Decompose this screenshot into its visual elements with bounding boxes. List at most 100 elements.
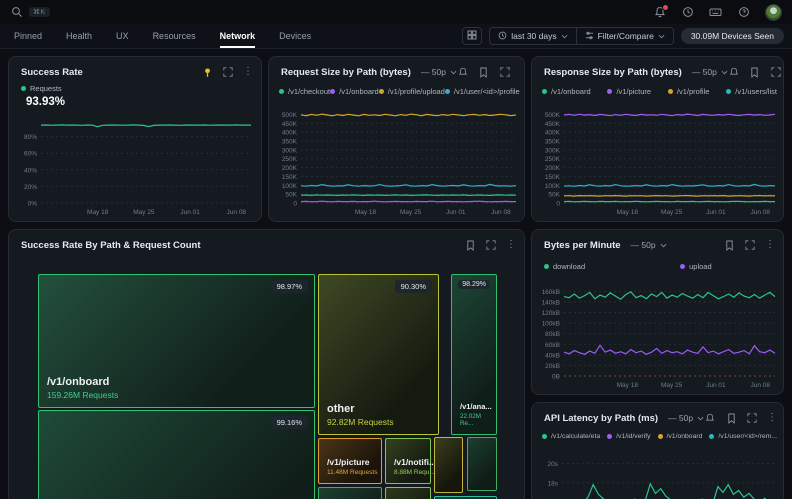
dashboard: ⌘K Pinned Health UX Resources Ne xyxy=(0,0,792,499)
legend-item[interactable]: download xyxy=(544,262,585,271)
legend-item[interactable]: /v1/onboard xyxy=(658,433,703,440)
top-bar: ⌘K xyxy=(0,0,792,24)
legend-item[interactable]: /v1/onboard xyxy=(330,87,379,96)
treemap-box[interactable] xyxy=(467,437,497,491)
kebab-menu-icon[interactable]: ⋮ xyxy=(506,240,516,250)
svg-text:450K: 450K xyxy=(282,121,298,128)
bookmark-icon[interactable] xyxy=(464,239,476,251)
alert-bell-icon[interactable] xyxy=(704,412,716,424)
time-range-selector[interactable]: last 30 days xyxy=(490,28,575,44)
filter-compare-button[interactable]: Filter/Compare xyxy=(576,28,673,44)
layout-grid-button[interactable] xyxy=(462,27,482,45)
legend-item[interactable]: /v1/onboard xyxy=(542,87,591,96)
alert-bell-icon[interactable] xyxy=(457,66,469,78)
path-name: /v1/ana... xyxy=(460,402,496,411)
search-icon[interactable] xyxy=(10,6,23,19)
tab-devices[interactable]: Devices xyxy=(279,24,311,48)
keyboard-shortcuts-icon[interactable] xyxy=(709,6,722,19)
legend-item[interactable]: /v1/id/verify xyxy=(607,433,650,440)
svg-text:May 25: May 25 xyxy=(133,209,155,216)
legend-item[interactable]: /v1/user/<id>/rem... xyxy=(709,433,777,440)
notifications-bell-icon[interactable] xyxy=(653,6,666,19)
bookmark-icon[interactable] xyxy=(478,66,490,78)
success-rate-chart[interactable]: 0%20%40%60%80%May 18May 25Jun 01Jun 08 xyxy=(15,115,257,217)
global-search[interactable]: ⌘K xyxy=(10,6,50,19)
success-rate-badge: 90.30% xyxy=(395,280,432,293)
request-size-chart[interactable]: 050K100K150K200K250K300K350K400K450K500K… xyxy=(273,105,522,217)
svg-text:200K: 200K xyxy=(545,165,561,172)
bookmark-icon[interactable] xyxy=(723,239,735,251)
svg-text:20%: 20% xyxy=(24,184,37,191)
svg-text:Jun 01: Jun 01 xyxy=(706,382,726,389)
chart-canvas: 050K100K150K200K250K300K350K400K450K500K… xyxy=(536,105,781,217)
tab-network[interactable]: Network xyxy=(220,24,256,48)
tab-ux[interactable]: UX xyxy=(116,24,129,48)
chart-legend: download upload xyxy=(544,262,712,271)
kebab-menu-icon[interactable]: ⋮ xyxy=(243,67,253,77)
treemap-label: /v1/notifi...8.88M Requ... xyxy=(394,457,436,476)
svg-text:250K: 250K xyxy=(282,156,298,163)
expand-icon[interactable] xyxy=(770,66,782,78)
treemap-box[interactable]: /v1/picture11.48M Requests xyxy=(318,438,382,484)
bytes-per-minute-chart[interactable]: 0B20kB40kB60kB80kB100kB120kB140kB160kBMa… xyxy=(536,280,781,390)
legend-item[interactable]: /v1/picture xyxy=(607,87,651,96)
svg-text:May 25: May 25 xyxy=(661,209,683,216)
treemap-box[interactable]: 90.30%other92.82M Requests xyxy=(318,274,439,435)
pin-icon[interactable] xyxy=(201,66,213,78)
svg-text:60kB: 60kB xyxy=(545,342,560,349)
expand-icon[interactable] xyxy=(222,66,234,78)
success-rate-treemap: 98.97%/v1/onboard159.26M Requests99.16%/… xyxy=(37,272,499,499)
svg-text:18s: 18s xyxy=(548,480,559,487)
path-name: /v1/onboard xyxy=(47,376,118,388)
panel-title: Success Rate By Path & Request Count xyxy=(21,240,201,251)
expand-icon[interactable] xyxy=(746,412,758,424)
tab-pinned[interactable]: Pinned xyxy=(14,24,42,48)
legend-item[interactable]: Requests xyxy=(21,84,62,93)
kebab-menu-icon[interactable]: ⋮ xyxy=(767,413,777,423)
help-icon[interactable] xyxy=(737,6,750,19)
bookmark-icon[interactable] xyxy=(749,66,761,78)
legend-item[interactable]: upload xyxy=(680,262,712,271)
tab-resources[interactable]: Resources xyxy=(153,24,196,48)
kebab-menu-icon[interactable]: ⋮ xyxy=(765,240,775,250)
bookmark-icon[interactable] xyxy=(725,412,737,424)
clock-icon xyxy=(498,31,507,42)
panel-title: Success Rate xyxy=(21,67,83,78)
treemap-label: /v1/picture11.48M Requests xyxy=(327,457,377,476)
treemap-box[interactable] xyxy=(318,487,382,499)
chevron-down-icon xyxy=(450,67,457,77)
percentile-dropdown[interactable]: — 50p xyxy=(631,240,667,250)
treemap-box[interactable] xyxy=(385,487,431,499)
legend-item[interactable]: /v1/users/list xyxy=(726,87,777,96)
legend-item[interactable]: /v1/profile xyxy=(668,87,710,96)
user-avatar[interactable] xyxy=(765,4,782,21)
expand-icon[interactable] xyxy=(744,239,756,251)
treemap-box[interactable]: 99.16%/ping xyxy=(38,410,315,499)
treemap-box[interactable]: 98.29%/v1/ana...22.02M Re... xyxy=(451,274,497,435)
legend-dot xyxy=(668,89,673,94)
expand-icon[interactable] xyxy=(485,239,497,251)
filter-bar: last 30 days Filter/Compare xyxy=(489,27,674,45)
api-latency-chart[interactable]: 12s14s16s18s20s xyxy=(536,449,781,499)
legend-item[interactable]: /v1/calculate/eta xyxy=(542,433,600,440)
expand-icon[interactable] xyxy=(499,66,511,78)
percentile-dropdown[interactable]: — 50p xyxy=(668,413,704,423)
treemap-box[interactable]: 98.97%/v1/onboard159.26M Requests xyxy=(38,274,315,408)
chevron-down-icon xyxy=(561,31,568,41)
kebab-menu-icon[interactable]: ⋮ xyxy=(520,67,525,77)
legend-item[interactable]: /v1/user/<id>/profile xyxy=(445,87,520,96)
percentile-dropdown[interactable]: — 50p xyxy=(421,67,457,77)
tab-health[interactable]: Health xyxy=(66,24,92,48)
treemap-box[interactable] xyxy=(434,437,463,493)
svg-text:50K: 50K xyxy=(548,192,560,199)
response-size-chart[interactable]: 050K100K150K200K250K300K350K400K450K500K… xyxy=(536,105,781,217)
chart-canvas: 0B20kB40kB60kB80kB100kB120kB140kB160kBMa… xyxy=(536,280,781,390)
history-clock-icon[interactable] xyxy=(681,6,694,19)
percentile-dropdown[interactable]: — 50p xyxy=(692,67,728,77)
treemap-box[interactable]: /v1/notifi...8.88M Requ... xyxy=(385,438,431,484)
svg-text:400K: 400K xyxy=(282,130,298,137)
legend-item[interactable]: /v1/profile/upload xyxy=(379,87,445,96)
alert-bell-icon[interactable] xyxy=(728,66,740,78)
devices-seen-pill[interactable]: 30.09M Devices Seen xyxy=(681,28,784,44)
legend-item[interactable]: /v1/checkout xyxy=(279,87,330,96)
